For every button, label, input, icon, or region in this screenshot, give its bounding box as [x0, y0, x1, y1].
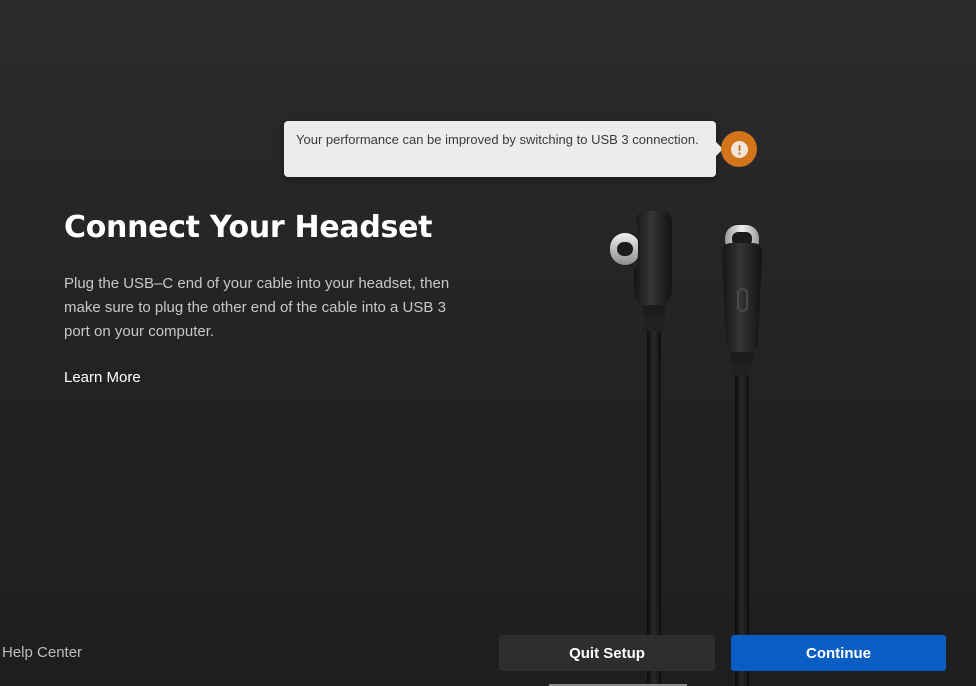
warning-icon	[730, 140, 748, 158]
page-title: Connect Your Headset	[64, 210, 433, 245]
page-description: Plug the USB–C end of your cable into yo…	[64, 275, 450, 340]
tooltip-message: Your performance can be improved by swit…	[296, 132, 699, 147]
learn-more-link[interactable]: Learn More	[64, 369, 141, 386]
warning-badge[interactable]	[721, 131, 757, 167]
cable-graphic	[610, 211, 762, 686]
help-center-link[interactable]: Help Center	[2, 644, 82, 661]
quit-setup-button[interactable]: Quit Setup	[499, 635, 715, 671]
continue-button[interactable]: Continue	[731, 635, 946, 671]
usb-warning-tooltip: Your performance can be improved by swit…	[284, 121, 723, 177]
usb-c-cable-illustration	[600, 205, 780, 686]
